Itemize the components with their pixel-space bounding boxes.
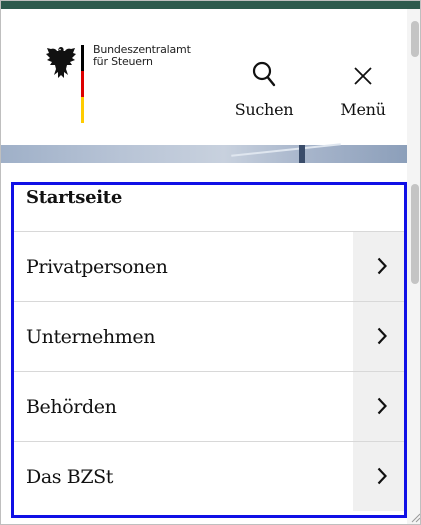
- chevron-right-icon: [377, 397, 387, 415]
- browser-viewport: Bundeszentralamt für Steuern Suchen Menü: [0, 0, 421, 525]
- expand-das-bzst-button[interactable]: [353, 442, 407, 511]
- nav-item-das-bzst[interactable]: Das BZSt: [11, 441, 407, 511]
- close-icon: [354, 67, 372, 85]
- nav-item-privatpersonen[interactable]: Privatpersonen: [11, 231, 407, 301]
- flag-bar: [81, 45, 84, 123]
- logo-text: Bundeszentralamt für Steuern: [93, 44, 191, 68]
- search-button[interactable]: Suchen: [229, 60, 299, 119]
- expand-behoerden-button[interactable]: [353, 372, 407, 441]
- chevron-right-icon: [377, 467, 387, 485]
- nav-item-behoerden[interactable]: Behörden: [11, 371, 407, 441]
- logo-line-2: für Steuern: [93, 55, 153, 68]
- site-header: Bundeszentralamt für Steuern Suchen Menü: [1, 9, 407, 145]
- menu-close-button[interactable]: Menü: [328, 60, 398, 119]
- vertical-scrollbar[interactable]: [407, 9, 420, 524]
- nav-home-label: Startseite: [26, 187, 122, 208]
- header-banner-image: [1, 143, 407, 163]
- chevron-right-icon: [377, 327, 387, 345]
- scrollbar-thumb-upper[interactable]: [411, 21, 419, 57]
- federal-eagle-icon: [46, 47, 76, 78]
- search-button-label: Suchen: [234, 100, 294, 119]
- expand-privatpersonen-button[interactable]: [353, 232, 407, 301]
- scrollbar-thumb[interactable]: [411, 184, 419, 284]
- resize-grip-icon[interactable]: [409, 511, 421, 523]
- brand-top-bar: [1, 1, 420, 9]
- chevron-right-icon: [377, 257, 387, 275]
- flag-gold: [81, 97, 84, 123]
- main-navigation: Startseite Privatpersonen Unternehmen Be…: [11, 163, 407, 518]
- nav-item-label: Behörden: [26, 396, 117, 418]
- nav-item-label: Unternehmen: [26, 326, 156, 348]
- expand-unternehmen-button[interactable]: [353, 302, 407, 371]
- nav-item-label: Das BZSt: [26, 466, 113, 488]
- menu-button-label: Menü: [340, 100, 386, 119]
- nav-item-unternehmen[interactable]: Unternehmen: [11, 301, 407, 371]
- flag-red: [81, 71, 84, 97]
- flag-black: [81, 45, 84, 71]
- nav-item-label: Privatpersonen: [26, 256, 168, 278]
- search-icon: [252, 61, 276, 87]
- nav-item-startseite[interactable]: Startseite: [11, 163, 407, 231]
